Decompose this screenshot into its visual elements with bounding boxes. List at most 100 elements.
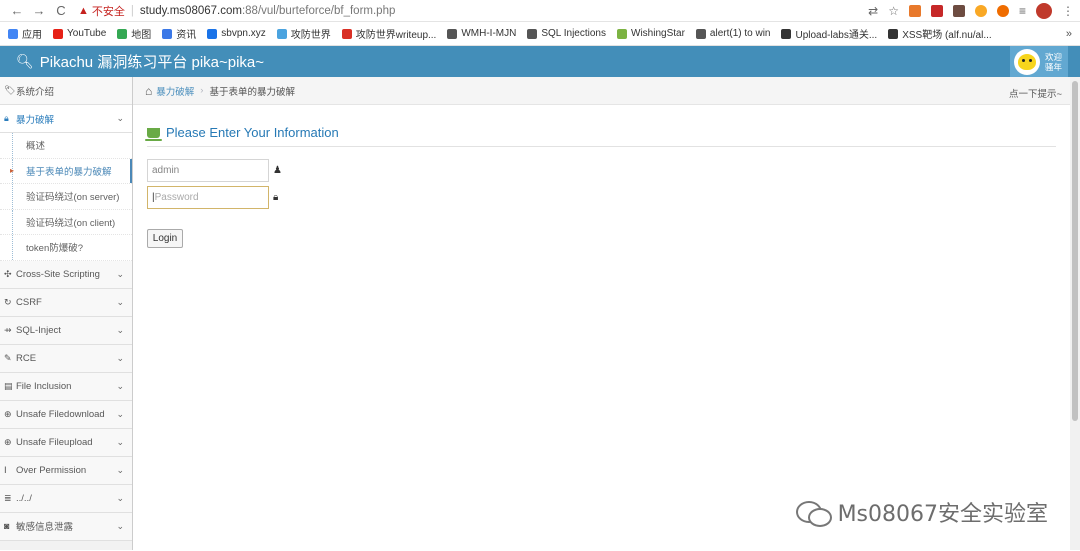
bookmark-item[interactable]: WishingStar (617, 28, 685, 39)
bookmark-item[interactable]: 应用 (8, 26, 42, 41)
extension-icon[interactable] (952, 4, 965, 17)
wechat-icon (795, 499, 832, 527)
password-row: | Password 🔒︎ (147, 186, 1066, 209)
star-icon[interactable]: ☆ (888, 4, 899, 18)
content: ⌂ 暴力破解 › 基于表单的暴力破解 点一下提示~ Please Enter Y… (133, 77, 1080, 550)
bookmark-label: 攻防世界 (290, 30, 331, 41)
sidebar-item-label: 暴力破解 (16, 114, 55, 126)
user-menu[interactable]: 欢迎 骚年 (1009, 46, 1068, 77)
sidebar-item[interactable]: ⇸ SQL-Inject ⌄ (0, 316, 132, 345)
url-host: study.ms08067.com (139, 4, 242, 17)
extension-icon[interactable] (996, 4, 1009, 17)
url-text: study.ms08067.com:88/vul/burteforce/bf_f… (140, 5, 395, 17)
sidebar-item-label: CSRF (16, 296, 42, 308)
bookmark-label: 攻防世界writeup... (355, 30, 437, 41)
bookmark-item[interactable]: 地图 (117, 26, 151, 41)
bookmark-item[interactable]: sbvpn.xyz (207, 28, 266, 39)
bookmark-favicon-icon (617, 28, 627, 39)
sidebar-subitem[interactable]: 概述 (0, 133, 132, 159)
bookmark-label: XSS靶场 (alf.nu/al... (902, 30, 992, 41)
sidebar-item-label: 系统介绍 (16, 86, 55, 98)
sidebar-subitem[interactable]: 验证码绕过(on server) (0, 184, 132, 210)
sidebar-item[interactable]: ↻ CSRF ⌄ (0, 288, 132, 317)
welcome-text: 欢迎 骚年 (1045, 52, 1062, 72)
bookmark-item[interactable]: SQL Injections (527, 28, 606, 39)
sidebar-item[interactable]: ◙ 敏感信息泄露 ⌄ (0, 512, 132, 541)
sidebar-item-label: RCE (16, 352, 37, 364)
sidebar-item-label: Cross-Site Scripting (16, 268, 100, 280)
chevron-down-icon: ⌄ (116, 113, 124, 123)
bookmark-item[interactable]: 攻防世界writeup... (341, 26, 437, 41)
welcome-line2: 骚年 (1044, 61, 1062, 72)
scrollbar[interactable] (1070, 77, 1080, 550)
bookmark-favicon-icon (695, 28, 706, 39)
sidebar-item[interactable]: ≣ ../../ ⌄ (0, 484, 132, 513)
sidebar-subitem[interactable]: 验证码绕过(on client) (0, 209, 132, 235)
download-icon: ⊕ (4, 408, 12, 419)
sidebar-item[interactable]: 🔒︎ 暴力破解 ⌄ (0, 105, 132, 133)
sidebar-item[interactable]: ✎ RCE ⌄ (0, 344, 132, 373)
sidebar-item[interactable]: ⊕ Unsafe Filedownload ⌄ (0, 400, 132, 429)
chevron-down-icon: ⌄ (116, 436, 124, 447)
bookmark-item[interactable]: alert(1) to win (695, 28, 770, 39)
username-input[interactable]: admin (147, 159, 269, 182)
bookmark-item[interactable]: 攻防世界 (276, 26, 331, 41)
sidebar-item-label: 敏感信息泄露 (16, 522, 74, 533)
sidebar-item[interactable]: ✣ Cross-Site Scripting ⌄ (0, 260, 132, 289)
reading-list-icon[interactable]: ≡ (1019, 4, 1026, 18)
insecure-label: 不安全 (91, 5, 125, 18)
sidebar-subitem[interactable]: 基于表单的暴力破解 (0, 158, 132, 184)
reload-button[interactable]: C (50, 3, 72, 18)
extension-icon[interactable] (930, 4, 943, 17)
cookie-extension-icon[interactable] (974, 4, 987, 17)
bookmarks-bar: 应用 YouTube 地图 资讯 sbvpn.xyz 攻防世界 攻防世界writeup...… (0, 22, 1080, 46)
bookmark-item[interactable]: YouTube (53, 28, 106, 39)
back-button[interactable]: ← (6, 3, 28, 18)
sidebar-item[interactable]: ▤ File Inclusion ⌄ (0, 372, 132, 401)
metamask-extension-icon[interactable] (908, 4, 921, 17)
password-input[interactable]: | Password (147, 186, 269, 209)
hint-link[interactable]: 点一下提示~ (1009, 86, 1062, 100)
username-row: admin ♟ (147, 159, 1066, 182)
file-icon: ▤ (4, 380, 13, 391)
sidebar-subitem-label: 基于表单的暴力破解 (26, 166, 112, 178)
home-icon[interactable]: ⌂ (145, 84, 152, 98)
sidebar-item-label: File Inclusion (16, 380, 72, 392)
chevron-down-icon: ⌄ (116, 408, 124, 419)
login-button[interactable]: Login (147, 229, 183, 248)
breadcrumb-parent[interactable]: 暴力破解 (156, 84, 194, 98)
lock-icon: 🔒︎ (4, 113, 9, 123)
welcome-line1: 欢迎 (1044, 51, 1062, 62)
sidebar-subitem-label: token防爆破? (26, 243, 84, 255)
url-separator: | (130, 4, 134, 17)
sidebar-item[interactable]: Ⅰ Over Permission ⌄ (0, 456, 132, 485)
browser-toolbar-icons: ⇄ ☆ ≡ ⋮ (868, 2, 1074, 19)
sidebar-item[interactable]: ⊕ Unsafe Fileupload ⌄ (0, 428, 132, 457)
sidebar-subitem[interactable]: token防爆破? (0, 235, 132, 261)
bookmark-item[interactable]: 资讯 (162, 26, 196, 41)
sidebar: 🏷︎系统介绍 🔒︎ 暴力破解 ⌄ 概述基于表单的暴力破解验证码绕过(on server)… (0, 77, 133, 550)
active-indicator (130, 158, 132, 183)
bookmark-label: YouTube (67, 28, 107, 39)
sidebar-item[interactable]: 🏷︎ 系统介绍 (0, 77, 132, 105)
bookmark-item[interactable]: XSS靶场 (alf.nu/al... (888, 26, 992, 41)
translate-icon[interactable]: ⇄ (868, 4, 878, 18)
brand[interactable]: 🔍︎ Pikachu 漏洞练习平台 pika~pika~ (16, 51, 264, 72)
warning-icon: ▲ (78, 4, 89, 17)
breadcrumb-current: 基于表单的暴力破解 (209, 86, 295, 98)
pikachu-avatar (1013, 48, 1040, 75)
profile-avatar[interactable] (1036, 2, 1052, 19)
main-area: 🏷︎系统介绍🔒︎暴力破解⌄概述基于表单的暴力破解验证码绕过(on server)… (0, 77, 1080, 550)
bookmarks-more-button[interactable]: » (1066, 28, 1072, 40)
list-icon: ≣ (4, 492, 12, 503)
login-form: Please Enter Your Information admin ♟ | P… (133, 105, 1080, 248)
forward-button[interactable]: → (28, 3, 50, 18)
url-field[interactable]: ▲ 不安全 | study.ms08067.com:88/vul/burtefo… (78, 3, 868, 19)
bookmark-item[interactable]: Upload-labs通关... (781, 26, 877, 41)
scrollbar-thumb[interactable] (1072, 81, 1078, 421)
url-path: :88/vul/burteforce/bf_form.php (241, 4, 396, 17)
browser-menu-button[interactable]: ⋮ (1062, 4, 1074, 18)
app-header: 🔍︎ Pikachu 漏洞练习平台 pika~pika~ 欢迎 骚年 (0, 46, 1080, 77)
bookmark-item[interactable]: WMH-I-MJN (447, 28, 516, 39)
bookmark-label: WishingStar (631, 28, 685, 39)
